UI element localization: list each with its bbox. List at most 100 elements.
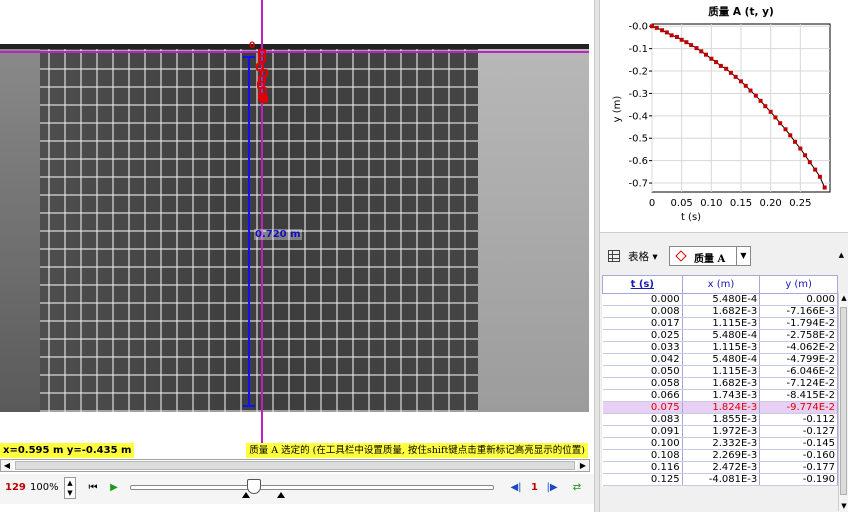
- cell-x[interactable]: 2.472E-3: [682, 461, 761, 474]
- table-row[interactable]: 0.017 1.115E-3 -1.794E-2: [602, 317, 838, 330]
- step-back-icon[interactable]: ◀|: [509, 481, 523, 495]
- track-selector[interactable]: 质量 A ▼: [669, 246, 751, 266]
- plot-pane[interactable]: 0 0.05 0.10 0.15 0.20 0.25 -0.0 -0.1 -0.2 -0.3 -0.…: [600, 0, 848, 232]
- cell-y[interactable]: -7.166E-3: [759, 305, 838, 318]
- data-point[interactable]: [807, 160, 812, 165]
- cell-y[interactable]: -4.799E-2: [759, 353, 838, 366]
- table-scroll-thumb[interactable]: [840, 307, 847, 495]
- cell-x[interactable]: 5.480E-4: [682, 353, 761, 366]
- column-header-t[interactable]: t (s): [602, 275, 683, 294]
- table-row[interactable]: 0.025 5.480E-4 -2.758E-2: [602, 329, 838, 342]
- cell-x[interactable]: 5.480E-4: [682, 329, 761, 342]
- cell-y[interactable]: -0.112: [759, 413, 838, 426]
- table-row[interactable]: 0.008 1.682E-3 -7.166E-3: [602, 305, 838, 318]
- data-point[interactable]: [758, 98, 763, 103]
- table-row[interactable]: 0.108 2.269E-3 -0.160: [602, 449, 838, 462]
- data-point[interactable]: [679, 37, 684, 42]
- data-point[interactable]: [684, 40, 689, 45]
- data-point[interactable]: [660, 28, 665, 33]
- data-point[interactable]: [654, 25, 659, 30]
- data-point[interactable]: [703, 52, 708, 57]
- y-vs-t-plot[interactable]: 0 0.05 0.10 0.15 0.20 0.25 -0.0 -0.1 -0.2 -0.3 -0.…: [600, 0, 848, 232]
- cell-t[interactable]: 0.083: [602, 413, 683, 426]
- loop-icon[interactable]: ⇄: [570, 481, 584, 495]
- data-point[interactable]: [743, 83, 748, 88]
- chevron-down-icon[interactable]: ▼: [736, 247, 750, 265]
- cell-x[interactable]: 1.115E-3: [682, 317, 761, 330]
- cell-y[interactable]: -6.046E-2: [759, 365, 838, 378]
- table-row[interactable]: 0.000 5.480E-4 0.000: [602, 293, 838, 306]
- data-point[interactable]: [778, 121, 783, 126]
- cell-t[interactable]: 0.042: [602, 353, 683, 366]
- data-point[interactable]: [798, 146, 803, 151]
- cell-y[interactable]: -7.124E-2: [759, 377, 838, 390]
- cell-t[interactable]: 0.100: [602, 437, 683, 450]
- table-row[interactable]: 0.050 1.115E-3 -6.046E-2: [602, 365, 838, 378]
- table-menu-button[interactable]: 表格 ▾: [628, 249, 658, 264]
- table-row[interactable]: 0.075 1.824E-3 -9.774E-2: [602, 401, 838, 414]
- tape-end-bottom[interactable]: [243, 405, 255, 407]
- cell-y[interactable]: -4.062E-2: [759, 341, 838, 354]
- cell-t[interactable]: 0.033: [602, 341, 683, 354]
- data-point[interactable]: [783, 127, 788, 132]
- cell-y[interactable]: 0.000: [759, 293, 838, 306]
- data-point[interactable]: [768, 109, 773, 114]
- x-axis-label[interactable]: t (s): [681, 212, 701, 223]
- trail-point[interactable]: [260, 95, 268, 103]
- scroll-left-icon[interactable]: ◀: [1, 460, 13, 471]
- data-point[interactable]: [748, 88, 753, 93]
- plot-table-divider[interactable]: [600, 232, 848, 241]
- data-point[interactable]: [724, 66, 729, 71]
- table-row[interactable]: 0.083 1.855E-3 -0.112: [602, 413, 838, 426]
- data-point[interactable]: [669, 33, 674, 38]
- table-row[interactable]: 0.091 1.972E-3 -0.127: [602, 425, 838, 438]
- data-table[interactable]: t (s) x (m) y (m) 0.000 5.480E-4 0.000 0.00…: [602, 275, 838, 486]
- data-point[interactable]: [664, 30, 669, 35]
- cell-y[interactable]: -0.127: [759, 425, 838, 438]
- cell-y[interactable]: -0.190: [759, 473, 838, 486]
- play-icon[interactable]: ▶: [107, 481, 121, 495]
- cell-x[interactable]: 1.855E-3: [682, 413, 761, 426]
- frame-slider[interactable]: [130, 485, 494, 490]
- data-point[interactable]: [689, 43, 694, 48]
- cell-t[interactable]: 0.125: [602, 473, 683, 486]
- start-marker-icon[interactable]: [242, 492, 250, 498]
- go-to-start-icon[interactable]: ⏮: [86, 481, 100, 495]
- video-view[interactable]: 0.720 m 0: [0, 0, 594, 443]
- cell-x[interactable]: 1.682E-3: [682, 377, 761, 390]
- cell-x[interactable]: 1.824E-3: [682, 401, 761, 414]
- data-point[interactable]: [714, 60, 719, 65]
- table-row[interactable]: 0.058 1.682E-3 -7.124E-2: [602, 377, 838, 390]
- column-header-x[interactable]: x (m): [681, 275, 761, 294]
- x-axis-line[interactable]: [0, 51, 589, 53]
- table-row[interactable]: 0.125 -4.081E-3 -0.190: [602, 473, 838, 486]
- data-point[interactable]: [699, 49, 704, 54]
- table-row[interactable]: 0.116 2.472E-3 -0.177: [602, 461, 838, 474]
- step-forward-icon[interactable]: |▶: [545, 481, 559, 495]
- cell-t[interactable]: 0.008: [602, 305, 683, 318]
- scroll-up-icon[interactable]: ▲: [840, 294, 848, 302]
- column-header-y[interactable]: y (m): [759, 275, 838, 294]
- horizontal-scrollbar[interactable]: ◀ ▶: [0, 459, 590, 472]
- cell-y[interactable]: -9.774E-2: [759, 401, 838, 414]
- data-point[interactable]: [817, 174, 822, 179]
- cell-t[interactable]: 0.116: [602, 461, 683, 474]
- cell-t[interactable]: 0.017: [602, 317, 683, 330]
- point-mass-trail[interactable]: [252, 47, 276, 107]
- data-point[interactable]: [773, 115, 778, 120]
- end-marker-icon[interactable]: [277, 492, 285, 498]
- table-row[interactable]: 0.066 1.743E-3 -8.415E-2: [602, 389, 838, 402]
- cell-y[interactable]: -0.177: [759, 461, 838, 474]
- zoom-up-icon[interactable]: ▲: [65, 478, 75, 488]
- zoom-down-icon[interactable]: ▼: [65, 488, 75, 498]
- cell-y[interactable]: -0.160: [759, 449, 838, 462]
- cell-t[interactable]: 0.066: [602, 389, 683, 402]
- data-point[interactable]: [739, 79, 743, 84]
- cell-y[interactable]: -2.758E-2: [759, 329, 838, 342]
- data-point[interactable]: [788, 133, 793, 138]
- data-point[interactable]: [733, 74, 738, 79]
- data-point[interactable]: [718, 63, 723, 68]
- data-point[interactable]: [674, 34, 679, 39]
- trail-point[interactable]: [258, 55, 266, 63]
- cell-x[interactable]: 1.115E-3: [682, 365, 761, 378]
